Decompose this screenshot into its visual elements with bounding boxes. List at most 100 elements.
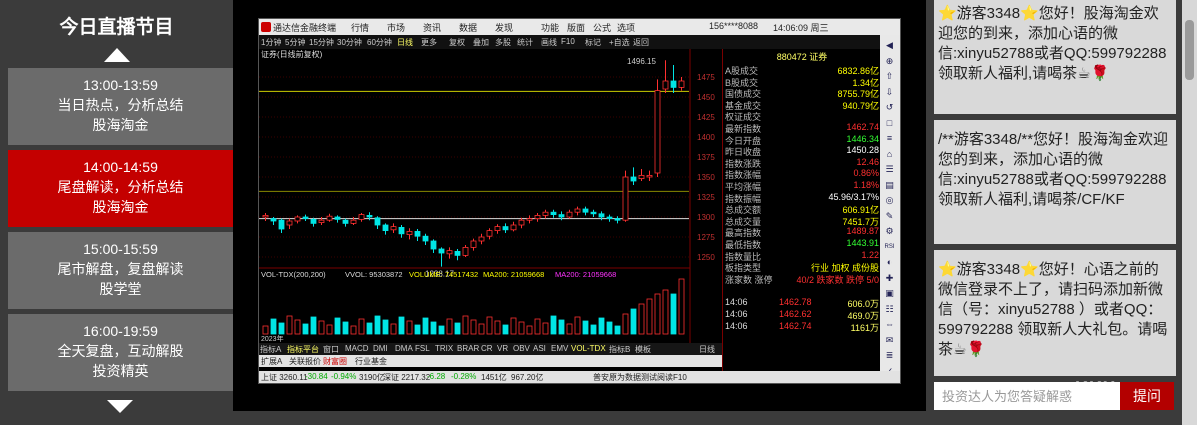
toolbar-item[interactable]: 15分钟 (309, 37, 334, 48)
scroll-down-arrow-icon[interactable] (107, 400, 133, 413)
menu-item[interactable]: 功能 (541, 21, 559, 34)
terminal-tool-icon[interactable]: ◐ (883, 256, 896, 269)
indicator-tab[interactable]: 指标B (609, 344, 630, 355)
program-item[interactable]: 15:00-15:59 尾市解盘，复盘解读 股学堂 (8, 232, 233, 309)
menu-item[interactable]: 14:06:09 周三 (773, 21, 829, 34)
quote-row: 指数涨跌 12.46 (725, 157, 879, 169)
candle-body (678, 80, 685, 88)
high-label: 1496.15 (627, 57, 656, 66)
quote-code: 880472 证券 (776, 52, 828, 62)
terminal-tool-icon[interactable]: ⊕ (883, 55, 896, 68)
volume-bar (262, 325, 269, 335)
menu-item[interactable]: 数据 (459, 21, 477, 34)
candle-body (342, 219, 349, 224)
terminal-tool-icon[interactable]: ▣ (883, 287, 896, 300)
indicator-tab[interactable]: TRIX (435, 344, 453, 353)
terminal-tool-icon[interactable]: ◎ (883, 194, 896, 207)
volume-bar (294, 319, 301, 335)
terminal-tool-icon[interactable]: ≡ (883, 132, 896, 145)
indicator-tab[interactable]: 模板 (635, 344, 651, 355)
terminal-tool-icon[interactable]: ▤ (883, 179, 896, 192)
extension-tab[interactable]: 财富圈 (323, 356, 347, 367)
terminal-tool-icon[interactable]: ✎ (883, 210, 896, 223)
indicator-tab[interactable]: MACD (345, 344, 369, 353)
program-item[interactable]: 16:00-19:59 全天复盘，互动解股 投资精英 (8, 314, 233, 391)
indicator-tab[interactable]: FSL (415, 344, 430, 353)
toolbar-item[interactable]: 复权 (449, 37, 465, 48)
terminal-tool-icon[interactable]: □ (883, 117, 896, 130)
toolbar-item[interactable]: 60分钟 (367, 37, 392, 48)
menu-item[interactable]: 公式 (593, 21, 611, 34)
toolbar-item[interactable]: 日线 (397, 37, 413, 48)
indicator-tab[interactable]: 日线 (699, 344, 715, 355)
indicator-tab[interactable]: BRAR (457, 344, 479, 353)
volume-bar (582, 320, 589, 335)
volume-bar (302, 323, 309, 335)
live-video[interactable]: 通达信金融终端 行情 市场 资讯 数据 发现 功能 版面 公式 选项 156****8088 14:0… (233, 0, 926, 411)
terminal-tool-icon[interactable]: ⇔ (883, 318, 896, 331)
terminal-tool-icon[interactable]: ≣ (883, 349, 896, 362)
terminal-tool-icon[interactable]: ✚ (883, 272, 896, 285)
menu-item[interactable]: 市场 (387, 21, 405, 34)
volume-bar (350, 325, 357, 335)
terminal-tool-icon[interactable]: ☰ (883, 163, 896, 176)
menu-item[interactable]: 选项 (617, 21, 635, 34)
indicator-tab[interactable]: VR (497, 344, 508, 353)
program-item[interactable]: 13:00-13:59 当日热点，分析总结 股海淘金 (8, 68, 233, 145)
toolbar-item[interactable]: 统计 (517, 37, 533, 48)
toolbar-item[interactable]: +自选 (609, 37, 630, 48)
status-item: -0.28% (451, 372, 477, 381)
volume-bar (534, 318, 541, 335)
toolbar-item[interactable]: 标记 (585, 37, 601, 48)
scrollbar-thumb[interactable] (1185, 20, 1194, 80)
toolbar-item[interactable]: F10 (561, 37, 575, 46)
price-tick-label: 1400 (697, 133, 715, 142)
candle-body (374, 217, 381, 226)
toolbar-item[interactable]: 更多 (421, 37, 437, 48)
program-item[interactable]: 14:00-14:59 尾盘解读，分析总结 股海淘金 (8, 150, 233, 227)
menu-item[interactable]: 发现 (495, 21, 513, 34)
toolbar-item[interactable]: 30分钟 (337, 37, 362, 48)
indicator-tab[interactable]: EMV (551, 344, 568, 353)
terminal-tool-icon[interactable]: RSI (883, 241, 896, 254)
menu-item[interactable]: 版面 (567, 21, 585, 34)
terminal-tool-icon[interactable]: ⚙ (883, 225, 896, 238)
terminal-tool-icon[interactable]: ✉ (883, 334, 896, 347)
indicator-tab[interactable]: DMI (373, 344, 388, 353)
terminal-tool-icon[interactable]: ↺ (883, 101, 896, 114)
toolbar-item[interactable]: 叠加 (473, 37, 489, 48)
extension-tab[interactable]: 关联报价 (289, 356, 321, 367)
indicator-tab[interactable]: VOL-TDX (571, 344, 606, 353)
scroll-up-arrow-icon[interactable] (103, 48, 130, 62)
menu-item[interactable]: 资讯 (423, 21, 441, 34)
indicator-tab[interactable]: DMA (395, 344, 413, 353)
extension-tab[interactable]: 行业基金 (355, 356, 387, 367)
terminal-tool-icon[interactable]: ◀ (883, 39, 896, 52)
indicator-tab[interactable]: OBV (513, 344, 530, 353)
ask-button[interactable]: 提问 (1120, 382, 1174, 410)
indicator-tab[interactable]: ASI (533, 344, 546, 353)
terminal-tool-icon[interactable]: ⌂ (883, 148, 896, 161)
indicator-tab[interactable]: 指标A (260, 344, 281, 355)
menu-item[interactable]: 通达信金融终端 (273, 21, 336, 34)
menu-item[interactable]: 行情 (351, 21, 369, 34)
terminal-tool-icon[interactable]: ⇧ (883, 70, 896, 83)
toolbar-item[interactable]: 返回 (633, 37, 649, 48)
indicator-tab[interactable]: CR (481, 344, 493, 353)
toolbar-item[interactable]: 1分钟 (261, 37, 281, 48)
volume-bar (574, 316, 581, 335)
menu-item[interactable]: 156****8088 (709, 21, 758, 31)
toolbar-item[interactable]: 多股 (495, 37, 511, 48)
quote-row: 昨日收盘 1450.28 (725, 145, 879, 157)
terminal-tool-icon[interactable]: ⇩ (883, 86, 896, 99)
volume-bar (622, 313, 629, 335)
chat-scrollbar[interactable] (1182, 0, 1197, 425)
indicator-tab[interactable]: 窗口 (323, 344, 339, 355)
terminal-tool-icon[interactable]: ☷ (883, 303, 896, 316)
extension-tab[interactable]: 扩展A (261, 356, 282, 367)
indicator-tab[interactable]: 指标平台 (287, 344, 319, 355)
toolbar-item[interactable]: 5分钟 (285, 37, 305, 48)
candle-body (478, 236, 485, 242)
volume-header-text: VVOL: 95303872 (345, 270, 403, 279)
toolbar-item[interactable]: 画线 (541, 37, 557, 48)
